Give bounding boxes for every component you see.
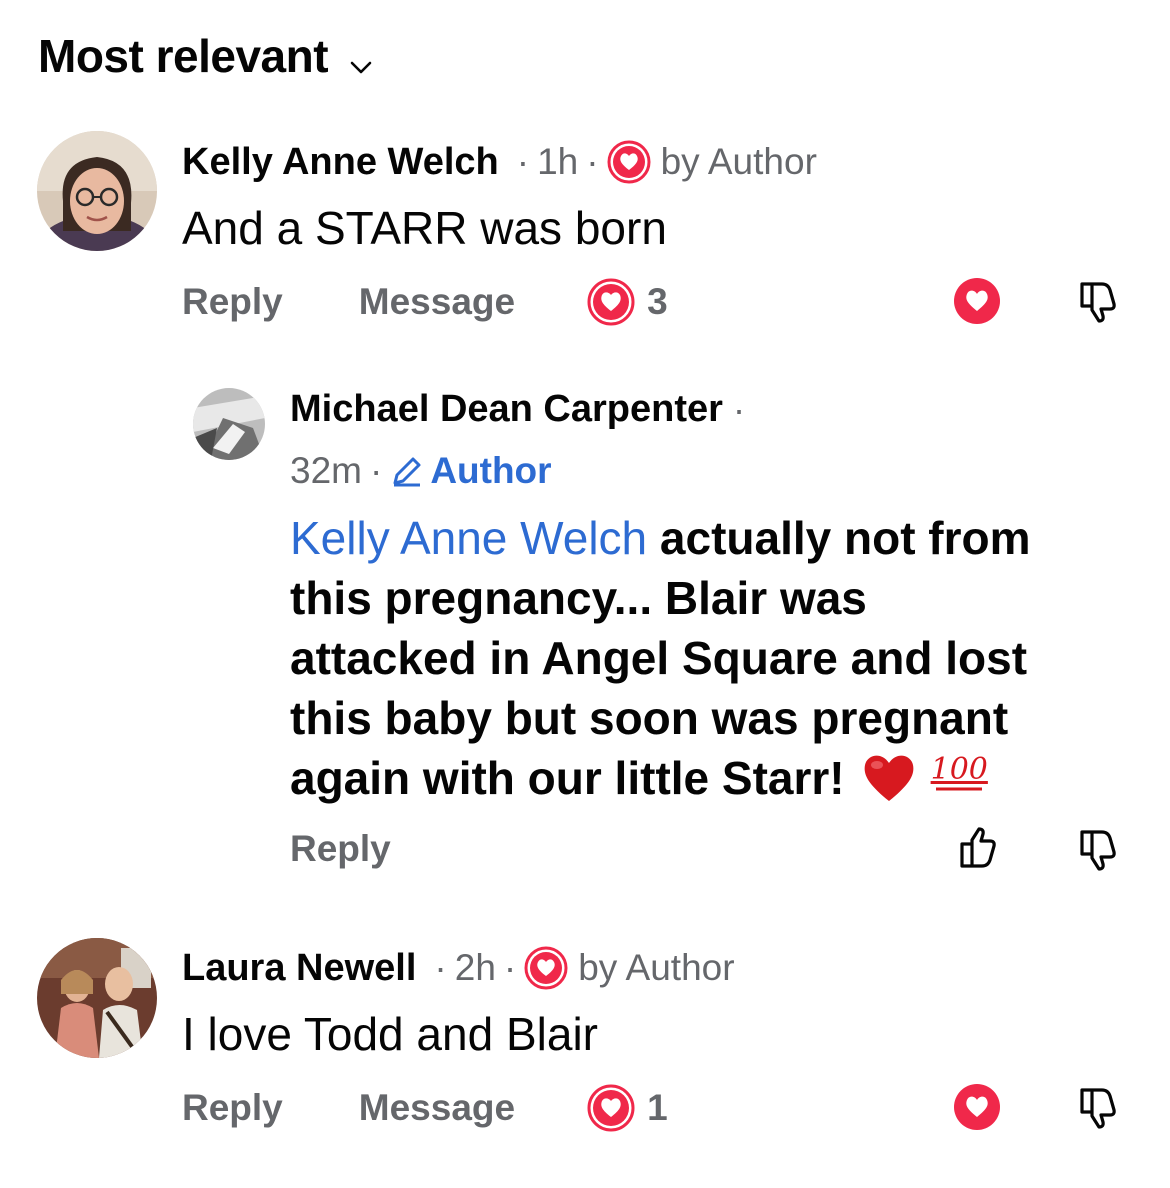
pencil-icon <box>390 454 424 488</box>
separator-dot: · <box>586 141 599 182</box>
separator-dot: · <box>516 141 530 182</box>
hundred-emoji-text: 100 <box>930 752 988 787</box>
avatar[interactable] <box>193 388 265 460</box>
sort-dropdown[interactable]: Most relevant <box>38 26 372 86</box>
comment-author[interactable]: Laura Newell <box>182 947 416 990</box>
mention-link[interactable]: Kelly Anne Welch <box>290 512 647 564</box>
message-button[interactable]: Message <box>359 1087 515 1129</box>
heart-reaction-icon <box>587 278 635 326</box>
comment-author[interactable]: Kelly Anne Welch <box>182 141 499 184</box>
heart-react-button[interactable] <box>952 1082 1002 1137</box>
reply-text-line: this pregnancy... Blair was <box>290 572 867 624</box>
reaction-count-number: 1 <box>647 1087 668 1128</box>
author-heart-icon <box>524 946 568 990</box>
reply-text-line: again with our little Starr! <box>290 752 845 804</box>
hundred-emoji: 100 <box>931 755 988 793</box>
separator-dot: · <box>369 450 383 491</box>
red-heart-emoji <box>861 751 917 805</box>
comment-time[interactable]: 2h <box>455 947 496 989</box>
separator-dot: · <box>732 388 746 430</box>
separator-dot: · <box>503 947 517 988</box>
reply-button[interactable]: Reply <box>182 1087 283 1129</box>
reply-text-line: actually not from <box>659 512 1031 564</box>
reaction-count[interactable]: 1 <box>587 1084 668 1132</box>
reply-text-line: this baby but soon was pregnant <box>290 692 1009 744</box>
reaction-count[interactable]: 3 <box>587 278 668 326</box>
thumbs-up-icon[interactable] <box>954 826 1000 877</box>
sort-label: Most relevant <box>38 30 329 82</box>
reply-button[interactable]: Reply <box>182 281 283 323</box>
heart-reaction-icon <box>587 1084 635 1132</box>
author-badge-text: by Author <box>578 947 735 988</box>
reply-text: Kelly Anne Welch actually not from this … <box>290 508 1150 808</box>
reply-text-line: attacked in Angel Square and lost <box>290 632 1028 684</box>
separator-dot: · <box>434 947 447 988</box>
chevron-down-icon <box>350 32 372 86</box>
avatar[interactable] <box>37 131 157 251</box>
message-button[interactable]: Message <box>359 281 515 323</box>
thumbs-down-icon[interactable] <box>1074 826 1120 877</box>
thumbs-down-icon[interactable] <box>1074 278 1120 329</box>
comment-text: I love Todd and Blair <box>182 1008 598 1060</box>
thumbs-down-icon[interactable] <box>1074 1084 1120 1135</box>
author-heart-icon <box>607 140 651 184</box>
avatar[interactable] <box>37 938 157 1058</box>
comment-text: And a STARR was born <box>182 202 667 254</box>
author-badge-text: Author <box>430 450 552 491</box>
heart-react-button[interactable] <box>952 276 1002 331</box>
reply-button[interactable]: Reply <box>290 828 391 870</box>
reply-author[interactable]: Michael Dean Carpenter <box>290 388 723 431</box>
comment-time[interactable]: 1h <box>537 141 578 183</box>
reaction-count-number: 3 <box>647 281 668 322</box>
author-badge-text: by Author <box>660 141 817 182</box>
reply-time[interactable]: 32m <box>290 450 362 492</box>
